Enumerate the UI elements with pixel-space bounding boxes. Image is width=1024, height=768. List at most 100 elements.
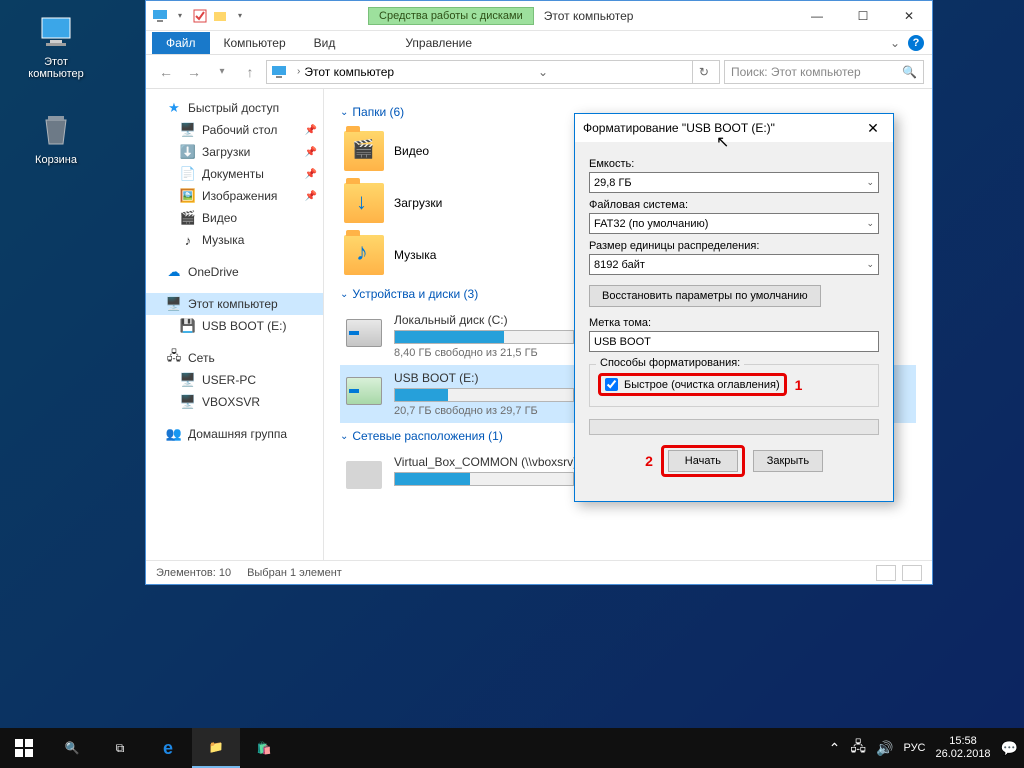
task-view-button[interactable]: ⧉ bbox=[96, 728, 144, 768]
desktop-this-pc-label: Этот компьютер bbox=[18, 56, 94, 80]
sidebar-documents[interactable]: 📄Документы📌 bbox=[146, 163, 323, 185]
restore-defaults-button[interactable]: Восстановить параметры по умолчанию bbox=[589, 285, 821, 307]
drive-bar bbox=[394, 330, 574, 344]
sidebar-video[interactable]: 🎬Видео bbox=[146, 207, 323, 229]
sidebar-network[interactable]: 🖧Сеть bbox=[146, 347, 323, 369]
tray-language[interactable]: РУС bbox=[903, 742, 925, 754]
search-box[interactable]: Поиск: Этот компьютер 🔍 bbox=[724, 60, 924, 84]
sidebar-quick-access[interactable]: ★Быстрый доступ bbox=[146, 97, 323, 119]
ribbon-collapse[interactable]: ⌄ bbox=[890, 36, 900, 50]
capacity-select[interactable]: 29,8 ГБ⌄ bbox=[589, 172, 879, 193]
window-title: Этот компьютер bbox=[544, 9, 634, 23]
folder-icon bbox=[344, 131, 384, 171]
drive-bar bbox=[394, 472, 574, 486]
tab-file[interactable]: Файл bbox=[152, 32, 210, 54]
close-button[interactable]: Закрыть bbox=[753, 450, 823, 472]
nav-back[interactable]: ← bbox=[154, 60, 178, 84]
edge-button[interactable]: e bbox=[144, 728, 192, 768]
status-selected: Выбран 1 элемент bbox=[247, 567, 342, 579]
desktop-recycle-label: Корзина bbox=[18, 154, 94, 166]
methods-label: Способы форматирования: bbox=[596, 357, 744, 369]
nav-history[interactable]: ▾ bbox=[210, 60, 234, 84]
sidebar-userpc[interactable]: 🖥️USER-PC bbox=[146, 369, 323, 391]
sidebar-desktop[interactable]: 🖥️Рабочий стол📌 bbox=[146, 119, 323, 141]
properties-icon[interactable] bbox=[192, 8, 208, 24]
view-details-button[interactable] bbox=[876, 565, 896, 581]
tab-manage[interactable]: Управление bbox=[391, 32, 486, 54]
dialog-close-button[interactable]: ✕ bbox=[861, 118, 885, 138]
tray-network-icon[interactable]: 🖧 bbox=[850, 736, 866, 760]
pin-icon: 📌 bbox=[305, 191, 317, 202]
nav-up[interactable]: ↑ bbox=[238, 60, 262, 84]
sidebar-usb[interactable]: 💾USB BOOT (E:) bbox=[146, 315, 323, 337]
nav-sidebar: ★Быстрый доступ 🖥️Рабочий стол📌 ⬇️Загруз… bbox=[146, 89, 324, 560]
address-chevron[interactable]: › bbox=[293, 66, 304, 77]
pc-small-icon bbox=[152, 8, 168, 24]
address-dropdown[interactable]: ⌄ bbox=[532, 61, 554, 83]
desktop-recycle-bin[interactable]: Корзина bbox=[18, 110, 94, 166]
help-icon[interactable]: ? bbox=[908, 35, 924, 51]
tray-clock[interactable]: 15:58 26.02.2018 bbox=[936, 735, 991, 761]
tray-chevron[interactable]: ⌃ bbox=[829, 740, 841, 757]
volume-input[interactable] bbox=[589, 331, 879, 352]
quick-access-toolbar: ▾ ▾ bbox=[152, 8, 248, 24]
quick-format-checkbox[interactable]: Быстрое (очистка оглавления) bbox=[605, 378, 780, 391]
search-placeholder: Поиск: Этот компьютер bbox=[731, 65, 861, 79]
filesystem-label: Файловая система: bbox=[589, 199, 879, 211]
onedrive-icon: ☁ bbox=[166, 264, 182, 280]
taskbar: 🔍 ⧉ e 📁 🛍️ ⌃ 🖧 🔊 РУС 15:58 26.02.2018 💬 bbox=[0, 728, 1024, 768]
status-items: Элементов: 10 bbox=[156, 567, 231, 579]
refresh-button[interactable]: ↻ bbox=[692, 61, 715, 83]
allocation-select[interactable]: 8192 байт⌄ bbox=[589, 254, 879, 275]
drive-tools-tab[interactable]: Средства работы с дисками bbox=[368, 7, 534, 25]
pin-icon: 📌 bbox=[305, 169, 317, 180]
search-button[interactable]: 🔍 bbox=[48, 728, 96, 768]
sidebar-music[interactable]: ♪Музыка bbox=[146, 229, 323, 251]
pc-icon: 🖥️ bbox=[166, 296, 182, 312]
sidebar-pictures[interactable]: 🖼️Изображения📌 bbox=[146, 185, 323, 207]
sidebar-downloads[interactable]: ⬇️Загрузки📌 bbox=[146, 141, 323, 163]
sidebar-homegroup[interactable]: 👥Домашняя группа bbox=[146, 423, 323, 445]
nav-toolbar: ← → ▾ ↑ › Этот компьютер ⌄ ↻ Поиск: Этот… bbox=[146, 55, 932, 89]
close-button[interactable]: ✕ bbox=[886, 2, 932, 30]
homegroup-icon: 👥 bbox=[166, 426, 182, 442]
tab-computer[interactable]: Компьютер bbox=[210, 32, 300, 54]
desktop-this-pc[interactable]: Этот компьютер bbox=[18, 12, 94, 80]
drive-bar bbox=[394, 388, 574, 402]
qat-dropdown-2[interactable]: ▾ bbox=[232, 11, 248, 20]
dialog-titlebar[interactable]: Форматирование "USB BOOT (E:)" ✕ bbox=[575, 114, 893, 142]
annotation-number-1: 1 bbox=[795, 377, 803, 393]
tray-notifications-icon[interactable]: 💬 bbox=[1001, 740, 1018, 757]
desktop-icon: 🖥️ bbox=[180, 122, 196, 138]
usb-drive-icon bbox=[344, 371, 384, 411]
chevron-down-icon: ⌄ bbox=[866, 259, 874, 270]
search-icon: 🔍 bbox=[902, 65, 917, 79]
address-bar[interactable]: › Этот компьютер ⌄ ↻ bbox=[266, 60, 720, 84]
pin-icon: 📌 bbox=[305, 147, 317, 158]
maximize-button[interactable]: ☐ bbox=[840, 2, 886, 30]
quick-format-check[interactable] bbox=[605, 378, 618, 391]
minimize-button[interactable]: — bbox=[794, 2, 840, 30]
start-button[interactable] bbox=[0, 728, 48, 768]
sidebar-onedrive[interactable]: ☁OneDrive bbox=[146, 261, 323, 283]
usb-icon: 💾 bbox=[180, 318, 196, 334]
new-folder-icon[interactable] bbox=[212, 8, 228, 24]
tab-view[interactable]: Вид bbox=[300, 32, 350, 54]
filesystem-select[interactable]: FAT32 (по умолчанию)⌄ bbox=[589, 213, 879, 234]
start-button[interactable]: Начать bbox=[668, 450, 738, 472]
star-icon: ★ bbox=[166, 100, 182, 116]
annotation-box-2: Начать bbox=[661, 445, 745, 477]
volume-label: Метка тома: bbox=[589, 317, 879, 329]
nav-forward[interactable]: → bbox=[182, 60, 206, 84]
qat-dropdown[interactable]: ▾ bbox=[172, 11, 188, 20]
music-icon: ♪ bbox=[180, 232, 196, 248]
pc-icon bbox=[36, 12, 76, 52]
view-tiles-button[interactable] bbox=[902, 565, 922, 581]
explorer-button[interactable]: 📁 bbox=[192, 728, 240, 768]
sidebar-vboxsvr[interactable]: 🖥️VBOXSVR bbox=[146, 391, 323, 413]
address-text: Этот компьютер bbox=[304, 65, 394, 79]
pin-icon: 📌 bbox=[305, 125, 317, 136]
store-button[interactable]: 🛍️ bbox=[240, 728, 288, 768]
sidebar-this-pc[interactable]: 🖥️Этот компьютер bbox=[146, 293, 323, 315]
tray-volume-icon[interactable]: 🔊 bbox=[876, 740, 893, 757]
